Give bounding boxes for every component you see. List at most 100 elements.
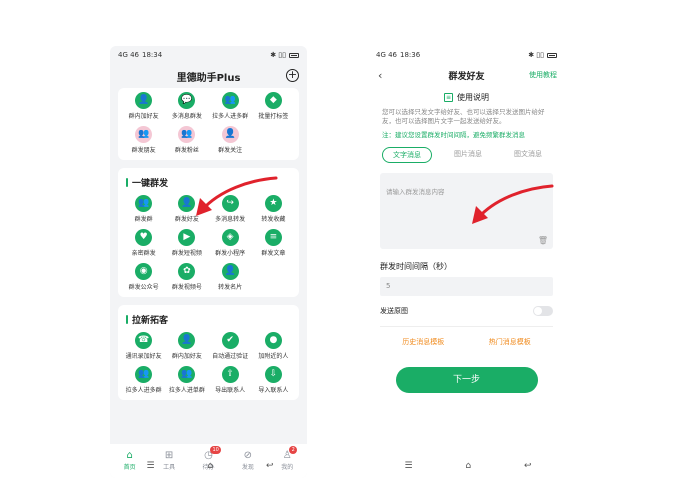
send-original-label: 发送原图	[380, 307, 408, 315]
tool-item[interactable]: ⇪ 导出联系人	[209, 366, 252, 394]
usage-description: 您可以选择只发文字给好友、也可以选择只发送图片给好友，也可以选择图片文字一起发送…	[382, 108, 545, 125]
section-accent-bar	[126, 178, 128, 187]
mini-program-icon: ◈	[221, 229, 239, 246]
nearby-icon: ●	[264, 332, 282, 349]
interval-label: 群发时间间隔（秒）	[380, 262, 452, 271]
home-nav-icon[interactable]: ⌂	[465, 461, 471, 471]
video-icon: ▶	[178, 229, 196, 246]
tool-item-label: 转发名片	[218, 284, 243, 291]
follow-icon: 👤	[221, 126, 239, 143]
tool-item[interactable]: 👥 拉多人进多群	[209, 92, 252, 120]
usage-heading: ≡ 使用说明	[368, 92, 565, 103]
tool-item[interactable]: ♥ 亲密群发	[122, 229, 165, 257]
tool-item[interactable]: ◈ 群发小程序	[209, 229, 252, 257]
group-invite-icon: 👥	[135, 366, 153, 383]
next-step-button[interactable]: 下一步	[395, 367, 538, 393]
star-icon: ★	[264, 195, 282, 212]
message-input[interactable]: 请输入群发消息内容 🗑	[380, 173, 553, 249]
tag-icon: ◆	[264, 92, 282, 109]
export-icon: ⇪	[221, 366, 239, 383]
tool-item[interactable]: 👥 拉多人进单群	[165, 366, 208, 394]
tool-item[interactable]: ⇩ 导入联系人	[252, 366, 295, 394]
history-template-link[interactable]: 历史消息模板	[402, 337, 444, 347]
usage-title: 使用说明	[457, 93, 489, 102]
home-nav-icon[interactable]: ⌂	[207, 461, 213, 471]
tool-item-label: 自动通过验证	[212, 353, 249, 360]
send-original-toggle[interactable]	[533, 306, 553, 316]
verify-icon: ✔	[221, 332, 239, 349]
section-title-text: 一键群发	[132, 179, 169, 189]
tool-item[interactable]: 👥 群发朋友	[122, 126, 165, 154]
tool-item-label: 群发朋友	[131, 147, 156, 154]
signal-label: 4G 46	[118, 51, 140, 59]
tool-item-label: 亲密群发	[131, 250, 156, 257]
tool-item[interactable]: ✔ 自动通过验证	[209, 332, 252, 360]
tool-item[interactable]: ● 加附近的人	[252, 332, 295, 360]
tool-item-label: 多消息群发	[171, 113, 202, 120]
system-nav-bar: ☰ ⌂ ↩	[378, 458, 558, 474]
tool-item[interactable]: 👤 群内加好友	[122, 92, 165, 120]
fans-icon: 👥	[178, 126, 196, 143]
tab-message-type[interactable]: 图文消息	[504, 147, 552, 163]
person-icon: 👤	[135, 92, 153, 109]
back-nav-icon[interactable]: ↩	[524, 461, 532, 471]
page-header: ‹ 群发好友 使用教程	[368, 64, 565, 86]
official-account-icon: ◉	[135, 263, 153, 280]
tool-item[interactable]: 👤 群发关注	[209, 126, 252, 154]
tool-item[interactable]: ✿ 群发视频号	[165, 263, 208, 291]
trash-icon[interactable]: 🗑	[538, 236, 548, 245]
section-title: 一键群发	[122, 174, 295, 195]
tab-message-type[interactable]: 文字消息	[382, 147, 432, 163]
add-icon[interactable]: +	[286, 69, 299, 82]
tool-item[interactable]: ☎ 通讯录加好友	[122, 332, 165, 360]
tool-item[interactable]: 👥 群发群	[122, 195, 165, 223]
tool-item[interactable]: ↪ 多消息转发	[209, 195, 252, 223]
interval-input[interactable]: 5	[380, 277, 553, 296]
person-icon: 👤	[178, 195, 196, 212]
back-icon[interactable]: ‹	[378, 69, 382, 82]
person-add-icon: 👤	[178, 332, 196, 349]
signal-label: 4G 46	[376, 51, 398, 59]
battery-icon	[547, 52, 557, 58]
tool-item-label: 群发粉丝	[174, 147, 199, 154]
tool-item-label: 拉多人进多群	[212, 113, 249, 120]
broadcast-tools-grid: 👥 群发群 👤 群发好友 ↪ 多消息转发 ★ 转发收藏 ♥ 亲密群发 ▶ 群发短视频 ◈ 群发小程序 ≡ 群发…	[122, 195, 295, 291]
template-links: 历史消息模板 热门消息模板	[380, 326, 553, 347]
tool-item[interactable]: ≡ 群发文章	[252, 229, 295, 257]
tool-item-label: 拉多人进多群	[125, 387, 162, 394]
tool-item[interactable]: 💬 多消息群发	[165, 92, 208, 120]
notification-badge: 10	[210, 446, 221, 454]
group-icon: 👥	[135, 195, 153, 212]
back-nav-icon[interactable]: ↩	[266, 461, 274, 471]
tool-item[interactable]: 👤 转发名片	[209, 263, 252, 291]
hot-template-link[interactable]: 热门消息模板	[489, 337, 531, 347]
tool-item-label: 通讯录加好友	[125, 353, 162, 360]
friends-icon: 👥	[135, 126, 153, 143]
import-icon: ⇩	[264, 366, 282, 383]
app-title: 里德助手Plus	[176, 72, 241, 84]
contacts-icon: ☎	[135, 332, 153, 349]
send-original-row: 发送原图	[368, 296, 565, 316]
tool-item-label: 多消息转发	[215, 216, 246, 223]
status-icons: ✱ ▯▯	[270, 51, 286, 59]
tool-item[interactable]: 👤 群内加好友	[165, 332, 208, 360]
channels-icon: ✿	[178, 263, 196, 280]
tool-item[interactable]: 👥 拉多人进多群	[122, 366, 165, 394]
page-title: 群发好友	[448, 71, 485, 82]
card-icon: 👤	[221, 263, 239, 280]
tool-item[interactable]: 👤 群发好友	[165, 195, 208, 223]
menu-nav-icon[interactable]: ☰	[146, 461, 154, 471]
share-icon: ↪	[221, 195, 239, 212]
tool-item[interactable]: ▶ 群发短视频	[165, 229, 208, 257]
section-accent-bar	[126, 315, 128, 324]
tool-item[interactable]: ◉ 群发公众号	[122, 263, 165, 291]
menu-nav-icon[interactable]: ☰	[404, 461, 412, 471]
tool-item[interactable]: ◆ 批量打标签	[252, 92, 295, 120]
tutorial-link[interactable]: 使用教程	[529, 70, 557, 80]
book-icon: ≡	[444, 93, 453, 102]
left-phone-screen: 4G 46 18:34 ✱ ▯▯ 里德助手Plus + 👤 群内加好友 💬 多消息群发…	[110, 46, 307, 478]
tab-message-type[interactable]: 图片消息	[444, 147, 492, 163]
tool-item-label: 转发收藏	[261, 216, 286, 223]
tool-item[interactable]: ★ 转发收藏	[252, 195, 295, 223]
tool-item[interactable]: 👥 群发粉丝	[165, 126, 208, 154]
